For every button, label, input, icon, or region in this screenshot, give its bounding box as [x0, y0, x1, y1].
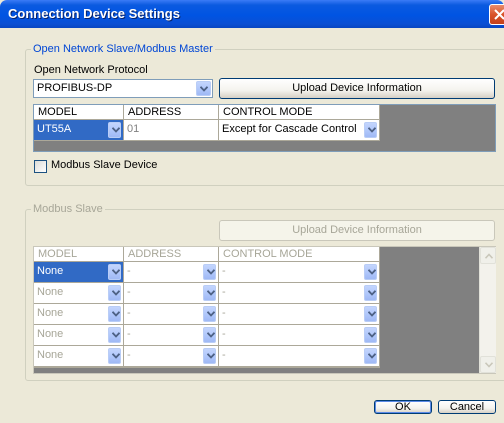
- row-1-address[interactable]: -: [124, 262, 219, 283]
- row-3-address[interactable]: -: [124, 304, 219, 325]
- chevron-down-icon: [368, 311, 376, 317]
- protocol-label: Open Network Protocol: [34, 64, 148, 76]
- row-3-control-mode[interactable]: -: [219, 304, 380, 325]
- row-2-address-dropdown-arrow[interactable]: [203, 285, 216, 301]
- chevron-down-icon: [112, 311, 120, 317]
- row-3-address-dropdown-arrow[interactable]: [203, 306, 216, 322]
- chevron-down-icon: [368, 353, 376, 359]
- row-2-address[interactable]: -: [124, 283, 219, 304]
- chevron-down-icon: [200, 85, 208, 92]
- grid-cell-model[interactable]: UT55A: [34, 120, 124, 141]
- row-2-control-mode-dropdown-arrow[interactable]: [364, 285, 377, 301]
- cancel-label: Cancel: [449, 401, 485, 413]
- grid-header-control-mode: CONTROL MODE: [219, 105, 380, 120]
- grid-header-model: MODEL: [34, 105, 124, 120]
- row-3-model-dropdown-arrow[interactable]: [108, 306, 121, 322]
- chevron-down-icon: [368, 269, 376, 275]
- vertical-scrollbar[interactable]: [479, 247, 496, 373]
- row-4-address-dropdown-arrow[interactable]: [203, 327, 216, 343]
- control-mode-dropdown-arrow[interactable]: [364, 122, 377, 138]
- model-dropdown-arrow[interactable]: [108, 122, 121, 138]
- chevron-down-icon: [112, 127, 120, 133]
- modbus-slave-device-checkbox[interactable]: [34, 160, 47, 173]
- row-5-control-mode-dropdown-arrow[interactable]: [364, 348, 377, 364]
- chevron-up-icon: [485, 253, 493, 259]
- modbus-upload-device-info-button[interactable]: Upload Device Information: [219, 220, 495, 241]
- row-5-model[interactable]: None: [34, 346, 124, 367]
- row-6-control-mode[interactable]: -: [219, 367, 380, 368]
- connection-device-settings-dialog: Connection Device Settings Open Network …: [0, 0, 504, 423]
- chevron-down-icon: [207, 353, 215, 359]
- grid-cell-address[interactable]: 01: [124, 120, 219, 141]
- title-bar[interactable]: Connection Device Settings: [0, 0, 504, 28]
- grid-header-address: ADDRESS: [124, 105, 219, 120]
- row-4-model[interactable]: None: [34, 325, 124, 346]
- chevron-down-icon: [112, 290, 120, 296]
- row-4-control-mode[interactable]: -: [219, 325, 380, 346]
- chevron-down-icon: [112, 353, 120, 359]
- grid-header-control-mode: CONTROL MODE: [219, 247, 380, 262]
- grid-header-address: ADDRESS: [124, 247, 219, 262]
- chevron-down-icon: [485, 362, 493, 368]
- chevron-down-icon: [368, 290, 376, 296]
- chevron-down-icon: [368, 367, 376, 368]
- chevron-down-icon: [207, 367, 215, 368]
- open-network-grid: MODEL ADDRESS CONTROL MODE UT55A 01 Exce…: [33, 104, 496, 152]
- row-4-address[interactable]: -: [124, 325, 219, 346]
- chevron-down-icon: [368, 332, 376, 338]
- chevron-down-icon: [207, 290, 215, 296]
- ok-button[interactable]: OK: [374, 400, 432, 414]
- row-6-model[interactable]: None: [34, 367, 124, 368]
- grid-cell-control-mode[interactable]: Except for Cascade Control: [219, 120, 380, 141]
- modbus-slave-legend: Modbus Slave: [31, 203, 105, 215]
- row-1-address-dropdown-arrow[interactable]: [203, 264, 216, 280]
- row-1-control-mode[interactable]: -: [219, 262, 380, 283]
- scroll-up-button[interactable]: [480, 247, 496, 264]
- modbus-slave-grid: MODEL ADDRESS CONTROL MODE None - - None - - N…: [33, 246, 496, 374]
- row-5-address-dropdown-arrow[interactable]: [203, 348, 216, 364]
- window-title: Connection Device Settings: [8, 6, 180, 21]
- row-4-model-dropdown-arrow[interactable]: [108, 327, 121, 343]
- chevron-down-icon: [112, 367, 120, 368]
- row-5-address[interactable]: -: [124, 346, 219, 367]
- row-5-control-mode[interactable]: -: [219, 346, 380, 367]
- close-icon: [494, 9, 504, 20]
- row-1-model[interactable]: None: [34, 262, 124, 283]
- protocol-select[interactable]: PROFIBUS-DP: [33, 79, 213, 98]
- row-3-control-mode-dropdown-arrow[interactable]: [364, 306, 377, 322]
- open-network-legend: Open Network Slave/Modbus Master: [31, 43, 215, 55]
- row-3-model[interactable]: None: [34, 304, 124, 325]
- chevron-down-icon: [207, 332, 215, 338]
- upload-device-info-button[interactable]: Upload Device Information: [219, 78, 495, 99]
- row-5-model-dropdown-arrow[interactable]: [108, 348, 121, 364]
- row-2-control-mode[interactable]: -: [219, 283, 380, 304]
- row-2-model[interactable]: None: [34, 283, 124, 304]
- chevron-down-icon: [207, 269, 215, 275]
- chevron-down-icon: [112, 269, 120, 275]
- row-1-model-dropdown-arrow[interactable]: [108, 264, 121, 280]
- row-1-control-mode-dropdown-arrow[interactable]: [364, 264, 377, 280]
- chevron-down-icon: [112, 332, 120, 338]
- row-2-model-dropdown-arrow[interactable]: [108, 285, 121, 301]
- protocol-dropdown-arrow[interactable]: [196, 81, 211, 96]
- modbus-upload-device-info-label: Upload Device Information: [292, 224, 422, 236]
- grid-header-model: MODEL: [34, 247, 124, 262]
- chevron-down-icon: [207, 311, 215, 317]
- cancel-button[interactable]: Cancel: [438, 400, 496, 414]
- ok-label: OK: [395, 401, 411, 413]
- close-button[interactable]: [489, 4, 504, 25]
- modbus-slave-device-label: Modbus Slave Device: [51, 159, 158, 171]
- upload-device-info-label: Upload Device Information: [292, 82, 422, 94]
- scroll-down-button[interactable]: [480, 356, 496, 373]
- row-4-control-mode-dropdown-arrow[interactable]: [364, 327, 377, 343]
- chevron-down-icon: [368, 127, 376, 133]
- row-6-address[interactable]: -: [124, 367, 219, 368]
- protocol-value: PROFIBUS-DP: [37, 82, 113, 94]
